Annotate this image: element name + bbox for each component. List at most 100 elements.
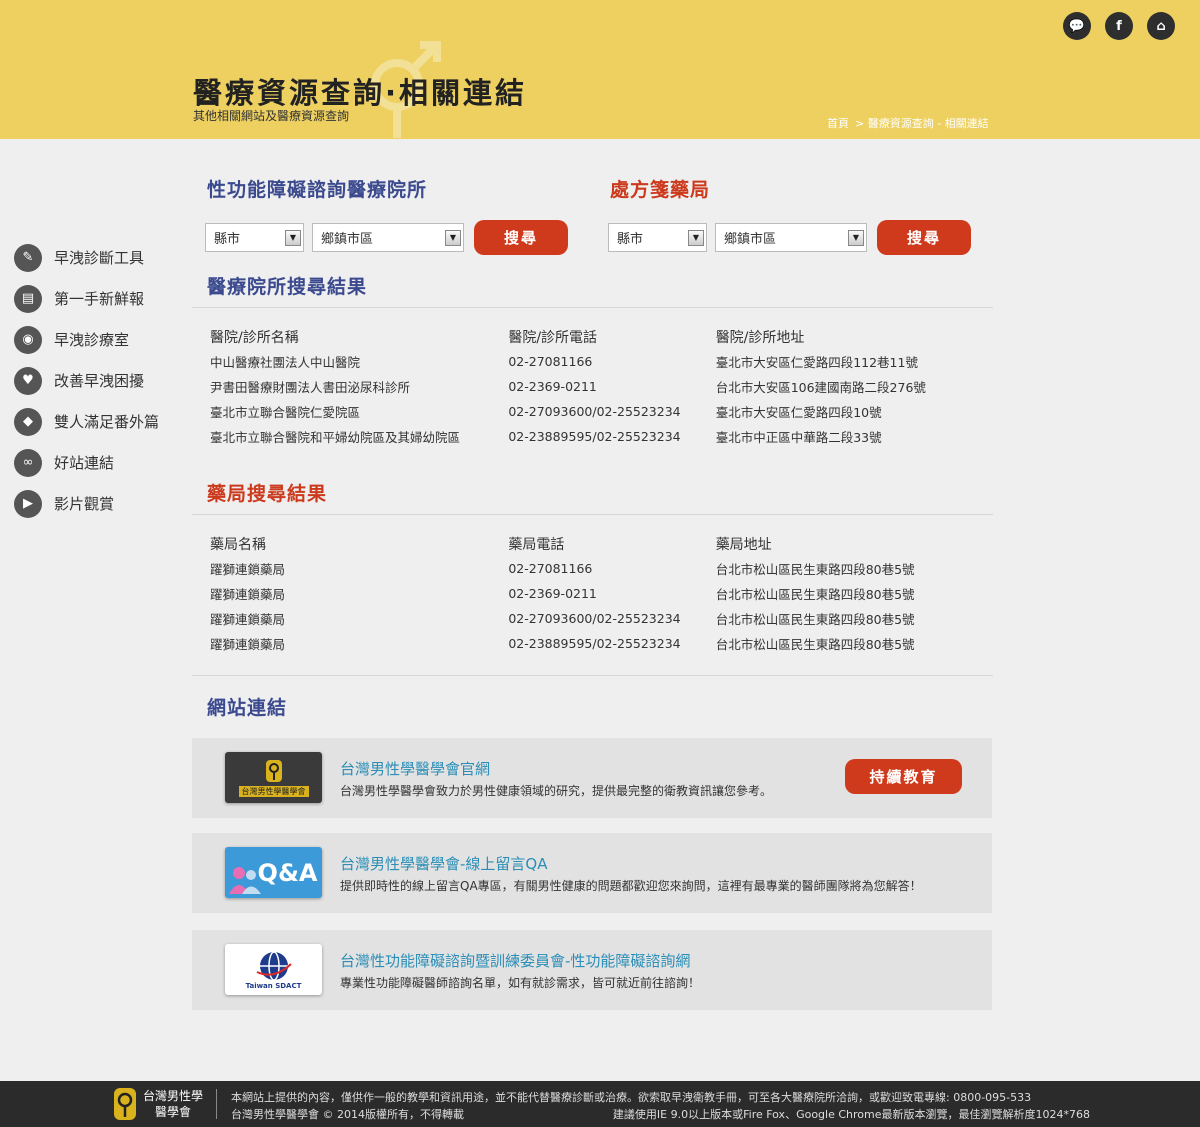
logo-text: Taiwan SDACT	[245, 981, 302, 990]
chevron-down-icon: ▼	[285, 229, 301, 246]
page-title: 醫療資源查詢·相關連結	[193, 76, 528, 110]
chat-icon[interactable]: 💬	[1063, 12, 1091, 40]
sidebar-item-label: 早洩診療室	[54, 331, 130, 349]
sidebar-item-clinic[interactable]: ◉ 早洩診療室	[14, 319, 184, 360]
pharmacy-search-button[interactable]: 搜尋	[877, 220, 971, 255]
chevron-down-icon: ▼	[445, 229, 461, 246]
hospital-phone: 02-2369-0211	[508, 379, 597, 394]
facebook-icon[interactable]: f	[1105, 12, 1133, 40]
edit-icon: ✎	[14, 243, 42, 272]
column-header: 醫院/診所電話	[508, 329, 598, 346]
column-header: 藥局地址	[715, 536, 772, 553]
sdact-logo: Taiwan SDACT	[225, 944, 322, 995]
breadcrumb-current: > 醫療資源查詢 - 相關連結	[855, 117, 989, 130]
page-footer: 台灣男性學 醫學會 本網站上提供的內容，僅供作一般的教學和資訊用途，並不能代替醫…	[0, 1081, 1200, 1127]
breadcrumb-home[interactable]: 首頁	[827, 117, 849, 130]
continuing-education-button[interactable]: 持續教育	[845, 759, 962, 794]
pharmacy-phone: 02-27093600/02-25523234	[508, 611, 681, 626]
link-title[interactable]: 台灣男性學醫學會-線上留言QA	[340, 853, 547, 874]
sidebar-item-label: 好站連結	[54, 454, 115, 472]
pharmacy-district-select[interactable]: 鄉鎮市區 ▼	[715, 223, 867, 252]
hospital-address: 臺北市大安區仁愛路四段10號	[715, 405, 882, 420]
divider	[192, 514, 993, 515]
pharmacy-name: 躍獅連鎖藥局	[210, 637, 286, 652]
pharmacy-search: 處方箋藥局 縣市 ▼ 鄉鎮市區 ▼ 搜尋	[608, 175, 971, 255]
pharmacy-address: 台北市松山區民生東路四段80巷5號	[715, 587, 915, 602]
sidebar: ✎ 早洩診斷工具 ▤ 第一手新鮮報 ◉ 早洩診療室 ♥ 改善早洩困擾 ◆ 雙人滿…	[14, 237, 184, 524]
page-header: 醫療資源查詢·相關連結 其他相關網站及醫療資源查詢 首頁 > 醫療資源查詢 - 相…	[0, 0, 1200, 139]
top-icon-bar: 💬 f ⌂	[1063, 12, 1175, 40]
divider	[216, 1089, 217, 1119]
pharmacy-results-table: 藥局名稱 藥局電話 藥局地址 躍獅連鎖藥局 02-27081166 台北市松山區…	[210, 531, 970, 656]
breadcrumb: 首頁 > 醫療資源查詢 - 相關連結	[827, 115, 995, 131]
diamond-icon: ◆	[14, 407, 42, 436]
column-header: 醫院/診所名稱	[210, 329, 299, 346]
page-subtitle: 其他相關網站及醫療資源查詢	[193, 109, 350, 123]
sidebar-item-diagnosis-tool[interactable]: ✎ 早洩診斷工具	[14, 237, 184, 278]
footer-copyright: 台灣男性學醫學會 © 2014版權所有，不得轉載	[231, 1108, 464, 1121]
hospital-name: 尹書田醫療財團法人書田泌尿科診所	[210, 380, 411, 395]
hospital-city-select[interactable]: 縣市 ▼	[205, 223, 304, 252]
hospital-address: 臺北市大安區仁愛路四段112巷11號	[715, 355, 918, 370]
pharmacy-phone: 02-2369-0211	[508, 586, 597, 601]
select-value: 縣市	[214, 232, 241, 247]
sidebar-item-label: 早洩診斷工具	[54, 249, 145, 267]
sidebar-item-improve[interactable]: ♥ 改善早洩困擾	[14, 360, 184, 401]
chevron-down-icon: ▼	[688, 229, 704, 246]
video-icon: ▶	[14, 489, 42, 518]
camera-icon: ◉	[14, 325, 42, 354]
hospital-search-title: 性功能障礙諮詢醫療院所	[207, 179, 428, 201]
pharmacy-name: 躍獅連鎖藥局	[210, 587, 286, 602]
sidebar-item-label: 雙人滿足番外篇	[54, 413, 160, 431]
news-icon: ▤	[14, 284, 42, 313]
sidebar-item-videos[interactable]: ▶ 影片觀賞	[14, 483, 184, 524]
table-header: 藥局名稱 藥局電話 藥局地址	[210, 531, 970, 556]
link-description: 台灣男性學醫學會致力於男性健康領域的研究，提供最完整的衛教資訊讓您參考。	[340, 784, 773, 798]
pharmacy-city-select[interactable]: 縣市 ▼	[608, 223, 707, 252]
society-emblem-icon	[265, 759, 282, 782]
pharmacy-address: 台北市松山區民生東路四段80巷5號	[715, 637, 915, 652]
select-value: 鄉鎮市區	[321, 232, 374, 247]
heart-icon: ♥	[14, 366, 42, 395]
link-icon: ∞	[14, 448, 42, 477]
sidebar-item-news[interactable]: ▤ 第一手新鮮報	[14, 278, 184, 319]
people-icon	[229, 867, 261, 894]
chevron-down-icon: ▼	[848, 229, 864, 246]
web-links-title: 網站連結	[207, 697, 288, 719]
table-header: 醫院/診所名稱 醫院/診所電話 醫院/診所地址	[210, 324, 970, 349]
hospital-phone: 02-23889595/02-25523234	[508, 429, 681, 444]
link-title[interactable]: 台灣性功能障礙諮詢暨訓練委員會-性功能障礙諮詢網	[340, 950, 690, 971]
footer-org-name: 台灣男性學 醫學會	[143, 1088, 203, 1120]
link-card-qa[interactable]: Q&A 台灣男性學醫學會-線上留言QA 提供即時性的線上留言QA專區，有關男性健…	[192, 833, 992, 913]
pharmacy-name: 躍獅連鎖藥局	[210, 562, 286, 577]
link-card-official[interactable]: 台灣男性學醫學會 台灣男性學醫學會官網 台灣男性學醫學會致力於男性健康領域的研究…	[192, 738, 992, 818]
sidebar-item-links[interactable]: ∞ 好站連結	[14, 442, 184, 483]
org-line: 台灣男性學	[143, 1089, 204, 1103]
link-card-sdact[interactable]: Taiwan SDACT 台灣性功能障礙諮詢暨訓練委員會-性功能障礙諮詢網 專業…	[192, 930, 992, 1010]
home-icon[interactable]: ⌂	[1147, 12, 1175, 40]
hospital-search-button[interactable]: 搜尋	[474, 220, 568, 255]
logo-text: Q&A	[257, 858, 318, 887]
divider	[192, 307, 993, 308]
org-line: 醫學會	[155, 1105, 192, 1119]
select-value: 鄉鎮市區	[724, 232, 777, 247]
link-description: 專業性功能障礙醫師諮詢名單，如有就診需求，皆可就近前往諮詢！	[340, 976, 701, 990]
table-row: 中山醫療社團法人中山醫院 02-27081166 臺北市大安區仁愛路四段112巷…	[210, 349, 970, 374]
hospital-results-title: 醫療院所搜尋結果	[207, 276, 368, 298]
table-row: 躍獅連鎖藥局 02-27081166 台北市松山區民生東路四段80巷5號	[210, 556, 970, 581]
hospital-district-select[interactable]: 鄉鎮市區 ▼	[312, 223, 464, 252]
globe-icon	[256, 950, 292, 981]
hospital-name: 臺北市立聯合醫院仁愛院區	[210, 405, 361, 420]
hospital-address: 台北市大安區106建國南路二段276號	[715, 380, 926, 395]
hospital-phone: 02-27081166	[508, 354, 593, 369]
hospital-address: 臺北市中正區中華路二段33號	[715, 430, 882, 445]
sidebar-item-couples[interactable]: ◆ 雙人滿足番外篇	[14, 401, 184, 442]
table-row: 臺北市立聯合醫院仁愛院區 02-27093600/02-25523234 臺北市…	[210, 399, 970, 424]
hospital-search: 性功能障礙諮詢醫療院所 縣市 ▼ 鄉鎮市區 ▼ 搜尋	[205, 175, 568, 255]
society-emblem-icon	[114, 1088, 136, 1120]
link-title[interactable]: 台灣男性學醫學會官網	[340, 758, 490, 779]
pharmacy-phone: 02-27081166	[508, 561, 593, 576]
table-row: 尹書田醫療財團法人書田泌尿科診所 02-2369-0211 台北市大安區106建…	[210, 374, 970, 399]
footer-browser-note: 建議使用IE 9.0以上版本或Fire Fox、Google Chrome最新版…	[612, 1108, 1090, 1121]
column-header: 醫院/診所地址	[715, 329, 805, 346]
